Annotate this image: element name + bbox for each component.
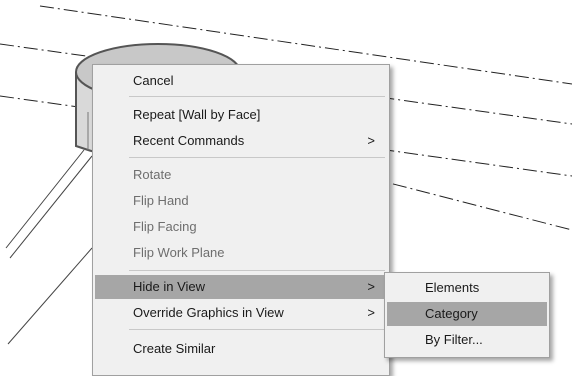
menu-item-create-similar[interactable]: Create Similar bbox=[95, 337, 387, 361]
menu-item-label: Hide in View bbox=[133, 279, 206, 294]
submenu-item-elements[interactable]: Elements bbox=[387, 276, 547, 300]
chevron-right-icon: > bbox=[367, 279, 375, 294]
submenu-item-category[interactable]: Category bbox=[387, 302, 547, 326]
menu-item-label: Elements bbox=[425, 280, 480, 295]
menu-separator bbox=[129, 96, 385, 97]
menu-item-label: Category bbox=[425, 306, 478, 321]
menu-separator bbox=[129, 157, 385, 158]
menu-item-label: Repeat [Wall by Face] bbox=[133, 107, 261, 122]
wall-edge-line bbox=[7, 247, 93, 345]
chevron-right-icon: > bbox=[367, 305, 375, 320]
menu-item-recent-commands[interactable]: Recent Commands > bbox=[95, 129, 387, 153]
menu-item-hide-in-view[interactable]: Hide in View > bbox=[95, 275, 387, 299]
menu-separator bbox=[129, 270, 385, 271]
menu-item-flip-facing[interactable]: Flip Facing bbox=[95, 215, 387, 239]
menu-item-label: Flip Hand bbox=[133, 193, 189, 208]
menu-item-flip-work-plane[interactable]: Flip Work Plane bbox=[95, 241, 387, 265]
menu-item-label: Recent Commands bbox=[133, 133, 245, 148]
menu-item-rotate[interactable]: Rotate bbox=[95, 163, 387, 187]
wall-edge-line bbox=[9, 155, 93, 259]
menu-item-override-graphics-in-view[interactable]: Override Graphics in View > bbox=[95, 301, 387, 325]
menu-item-label: Cancel bbox=[133, 73, 174, 88]
menu-item-label: Flip Work Plane bbox=[133, 245, 225, 260]
menu-item-label: Override Graphics in View bbox=[133, 305, 284, 320]
wall-edge-line bbox=[5, 149, 85, 249]
menu-item-label: Create Similar bbox=[133, 341, 216, 356]
menu-separator bbox=[129, 329, 385, 330]
menu-item-label: Flip Facing bbox=[133, 219, 197, 234]
menu-item-repeat-wall-by-face[interactable]: Repeat [Wall by Face] bbox=[95, 103, 387, 127]
menu-item-flip-hand[interactable]: Flip Hand bbox=[95, 189, 387, 213]
submenu-item-by-filter[interactable]: By Filter... bbox=[387, 328, 547, 352]
context-menu: Cancel Repeat [Wall by Face] Recent Comm… bbox=[92, 64, 390, 376]
chevron-right-icon: > bbox=[367, 133, 375, 148]
menu-item-label: Rotate bbox=[133, 167, 172, 182]
menu-item-label: By Filter... bbox=[425, 332, 483, 347]
hide-in-view-submenu: Elements Category By Filter... bbox=[384, 272, 550, 358]
menu-item-cancel[interactable]: Cancel bbox=[95, 69, 387, 93]
